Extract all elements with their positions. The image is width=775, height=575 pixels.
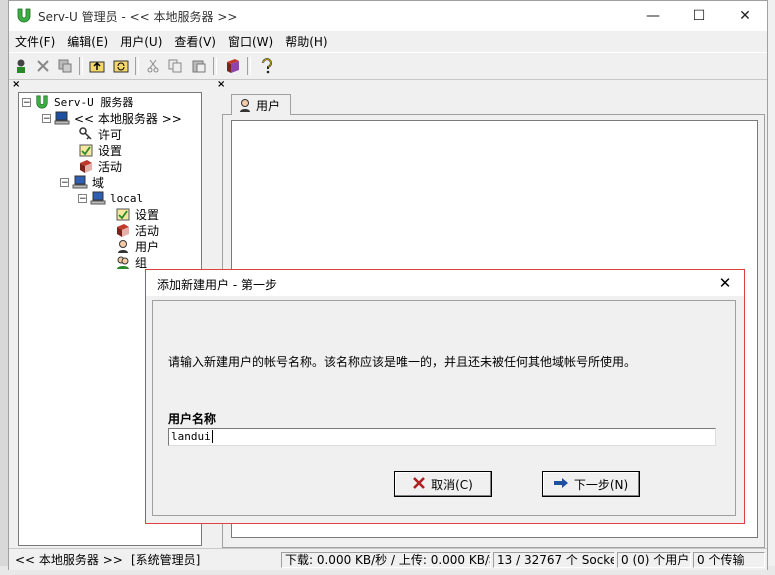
tree-node-license[interactable]: 许可	[78, 126, 122, 142]
user-icon	[238, 98, 252, 112]
menu-edit[interactable]: 编辑(E)	[61, 33, 114, 50]
connect-icon[interactable]	[11, 56, 31, 76]
window-title: Serv-U 管理员 - << 本地服务器 >>	[38, 10, 238, 24]
tree-node-server-activity[interactable]: 活动	[78, 158, 122, 174]
cancel-x-icon	[413, 476, 426, 492]
collapse-icon[interactable]: −	[60, 177, 69, 187]
copy-icon[interactable]	[165, 56, 185, 76]
cancel-button[interactable]: 取消(C)	[394, 471, 492, 497]
next-button[interactable]: 下一步(N)	[542, 471, 640, 497]
disconnect-icon[interactable]	[33, 56, 53, 76]
close-button[interactable]: ✕	[722, 1, 768, 31]
menu-file[interactable]: 文件(F)	[9, 33, 61, 50]
status-role: [系统管理员]	[131, 553, 201, 567]
servu-app-icon	[16, 7, 32, 23]
status-transfers: 0 个传输	[693, 552, 765, 568]
maximize-button[interactable]: ☐	[676, 1, 722, 31]
toolbar-separator	[247, 57, 251, 75]
user-icon	[115, 238, 131, 254]
tree-node-groups[interactable]: 组	[115, 254, 147, 270]
dialog-close-button[interactable]: ✕	[707, 270, 743, 296]
server-list-icon[interactable]	[55, 56, 75, 76]
menu-bar: 文件(F) 编辑(E) 用户(U) 查看(V) 窗口(W) 帮助(H)	[9, 31, 767, 51]
tree-node-domains[interactable]: − 域	[60, 174, 104, 190]
collapse-icon[interactable]: −	[42, 113, 51, 123]
dialog-title: 添加新建用户 - 第一步	[157, 278, 277, 292]
menu-user[interactable]: 用户(U)	[114, 33, 168, 50]
dialog-prompt: 请输入新建用户的帐号名称。该名称应该是唯一的，并且还未被任何其他域帐号所使用。	[168, 355, 637, 369]
toolbar-separator	[79, 57, 83, 75]
group-icon	[115, 254, 131, 270]
username-label: 用户名称	[168, 412, 217, 426]
tab-users[interactable]: 用户	[231, 94, 291, 115]
username-input[interactable]: landui	[168, 428, 716, 446]
domain-computer-icon	[72, 174, 88, 190]
help-icon[interactable]	[257, 56, 277, 76]
toolbar-separator	[213, 57, 217, 75]
status-transfer-rate: 下载: 0.000 KB/秒 / 上传: 0.000 KB/秒	[281, 552, 491, 568]
settings-checklist-icon	[115, 206, 131, 222]
tree-node-domain-activity[interactable]: 活动	[115, 222, 159, 238]
up-folder-icon[interactable]	[87, 56, 107, 76]
right-pane-close-icon[interactable]: ×	[217, 79, 225, 90]
domain-computer-icon	[90, 190, 106, 206]
desktop-left-edge	[0, 0, 8, 575]
key-icon	[78, 126, 94, 142]
status-bar: << 本地服务器 >> [系统管理员] 下载: 0.000 KB/秒 / 上传:…	[9, 548, 767, 570]
menu-view[interactable]: 查看(V)	[168, 33, 222, 50]
tree-node-users[interactable]: 用户	[115, 238, 159, 254]
paste-icon[interactable]	[189, 56, 209, 76]
status-sockets: 13 / 32767 个 Socket	[493, 552, 615, 568]
cut-icon[interactable]	[143, 56, 163, 76]
minimize-button[interactable]: —	[630, 1, 676, 31]
tree-node-servu[interactable]: − Serv-U 服务器	[22, 94, 133, 110]
toolbar-separator	[135, 57, 139, 75]
tree-node-domain-settings[interactable]: 设置	[115, 206, 159, 222]
collapse-icon[interactable]: −	[22, 97, 31, 107]
left-pane-close-icon[interactable]: ×	[12, 79, 20, 90]
tree-node-local-server[interactable]: − << 本地服务器 >>	[42, 110, 182, 126]
desktop-right-edge	[767, 0, 775, 575]
dialog-title-bar: 添加新建用户 - 第一步 ✕	[146, 270, 744, 296]
tree-node-server-settings[interactable]: 设置	[78, 142, 122, 158]
status-server: << 本地服务器 >>	[15, 553, 123, 567]
manual-book-icon[interactable]	[223, 56, 243, 76]
menu-help[interactable]: 帮助(H)	[279, 33, 333, 50]
arrow-right-icon	[553, 477, 568, 491]
settings-checklist-icon	[78, 142, 94, 158]
collapse-icon[interactable]: −	[78, 193, 87, 203]
computer-icon	[54, 110, 70, 126]
servu-icon	[34, 94, 50, 110]
menu-window[interactable]: 窗口(W)	[222, 33, 279, 50]
title-bar: Serv-U 管理员 - << 本地服务器 >> — ☐ ✕	[9, 1, 767, 31]
status-users: 0 (0) 个用户	[617, 552, 691, 568]
tree-node-domain-local[interactable]: − local	[78, 190, 143, 206]
add-user-dialog: 添加新建用户 - 第一步 ✕ 请输入新建用户的帐号名称。该名称应该是唯一的，并且…	[145, 269, 745, 524]
activity-book-icon	[78, 158, 94, 174]
refresh-icon[interactable]	[111, 56, 131, 76]
toolbar	[9, 52, 767, 80]
activity-book-icon	[115, 222, 131, 238]
